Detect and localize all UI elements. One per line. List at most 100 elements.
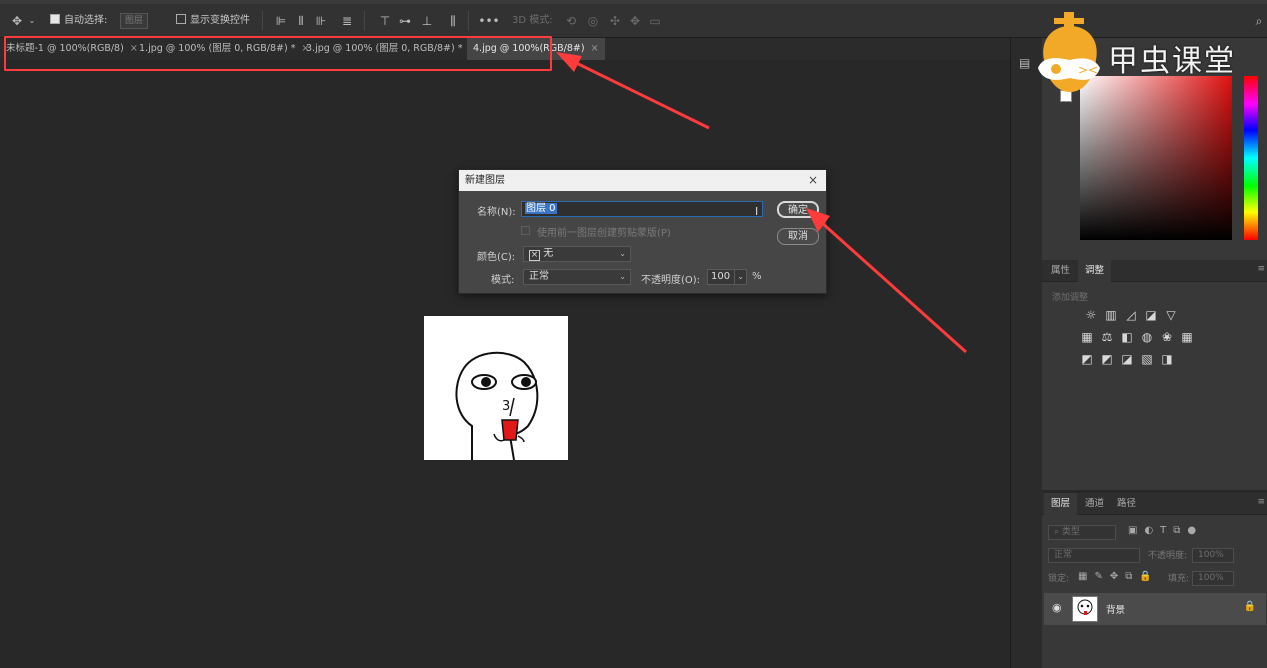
curves-icon[interactable]: ◿ [1124,308,1138,322]
distribute-icon[interactable]: ≣ [338,12,356,30]
panel-menu-icon[interactable]: ≡ [1257,264,1265,274]
mode-label: 模式: [491,275,515,286]
show-transform-checkbox[interactable]: 显示变换控件 [176,12,250,30]
divider [262,11,263,31]
mode-3d-label: 3D 模式: [512,15,553,26]
opacity-label: 不透明度(O): [641,275,701,286]
clip-mask-label: 使用前一图层创建剪贴蒙版(P) [537,228,671,239]
show-transform-label: 显示变换控件 [190,15,250,26]
tab-adjustments[interactable]: 调整 [1078,260,1112,282]
align-center-icon[interactable]: ⫴ [292,12,310,30]
pan-3d-icon[interactable]: ✣ [606,12,624,30]
color-balance-icon[interactable]: ⚖ [1100,330,1114,344]
ok-button[interactable]: 确定 [777,201,819,218]
align-left-icon[interactable]: ⊫ [272,12,290,30]
name-label: 名称(N): [477,207,516,218]
black-white-icon[interactable]: ◧ [1120,330,1134,344]
lock-icon[interactable]: 🔒 [1244,601,1256,612]
hue-saturation-icon[interactable]: ▦ [1080,330,1094,344]
arrow-to-tabs [561,54,710,130]
fill-input[interactable]: 100% [1192,571,1234,586]
history-icon[interactable]: ▤ [1019,56,1030,70]
layer-opacity-input[interactable]: 100% [1192,548,1234,563]
chevron-down-icon[interactable]: ⌄ [26,12,38,30]
auto-select-label: 自动选择: [64,15,108,26]
photo-filter-icon[interactable]: ◍ [1140,330,1154,344]
align-top-icon[interactable]: ⊤ [376,12,394,30]
layer-thumbnail [1072,596,1098,622]
layer-filter-dropdown[interactable]: ⌕ 类型 [1048,525,1116,540]
layer-row-background[interactable]: ◉ 背景 🔒 [1044,593,1266,625]
levels-icon[interactable]: ▥ [1104,308,1118,322]
blend-mode-dropdown[interactable]: 正常 ⌄ [523,269,631,285]
scale-3d-icon[interactable]: ▭ [646,12,664,30]
add-adjustment-hint: 添加调整 [1052,293,1089,303]
auto-select-target-dropdown[interactable]: 图层 [120,13,149,29]
align-bottom-icon[interactable]: ⊥ [418,12,436,30]
orbit-3d-icon[interactable]: ⟲ [562,12,580,30]
layer-opacity-label: 不透明度: [1148,551,1188,561]
lock-icons[interactable]: ▦✎✥⧉🔒 [1078,571,1159,582]
divider [468,11,469,31]
panel-icon-strip: ▤ [1010,38,1042,668]
lock-label: 锁定: [1048,574,1070,584]
vibrance-icon[interactable]: ▽ [1164,308,1178,322]
layers-tabs: 图层 通道 路径 ≡ [1042,493,1267,515]
svg-text:><: >< [1078,63,1098,77]
adjustments-tabs: 属性 调整 ≡ [1042,260,1267,282]
canvas-image[interactable]: 3 [424,316,568,461]
layer-filter-icons[interactable]: ▣◐T⧉● [1128,525,1203,536]
watermark-text: 甲虫课堂 [1108,44,1236,79]
cartoon-face-illustration: 3 [455,351,539,461]
color-label: 颜色(C): [477,252,516,263]
posterize-icon[interactable]: ◩ [1100,352,1114,366]
panel-menu-icon[interactable]: ≡ [1257,497,1265,507]
mode-value: 正常 [529,271,549,282]
selective-color-icon[interactable]: ◨ [1160,352,1174,366]
align-middle-icon[interactable]: ⊶ [396,12,414,30]
close-icon[interactable]: × [808,170,818,191]
opacity-unit: % [752,271,762,282]
new-layer-dialog: 新建图层 × 名称(N): 图层 0 I 使用前一图层创建剪贴蒙版(P) 颜色(… [458,169,827,294]
svg-text:3: 3 [502,399,510,414]
roll-3d-icon[interactable]: ◎ [584,12,602,30]
exposure-icon[interactable]: ◪ [1144,308,1158,322]
move-tool-icon[interactable]: ✥ [8,12,26,30]
color-dropdown[interactable]: × 无 ⌄ [523,246,631,262]
close-icon[interactable]: × [591,43,599,54]
distribute-vertical-icon[interactable]: ⫼ [444,12,462,30]
blend-mode-dropdown[interactable]: 正常 [1048,548,1140,563]
gradient-map-icon[interactable]: ▧ [1140,352,1154,366]
chevron-down-icon[interactable]: ⌄ [734,270,744,284]
tab-layers[interactable]: 图层 [1044,493,1078,515]
tab-properties[interactable]: 属性 [1044,260,1077,282]
layers-panel: 图层 通道 路径 ≡ ⌕ 类型 ▣◐T⧉● 正常 不透明度: 100% 锁定: … [1042,493,1267,668]
threshold-icon[interactable]: ◪ [1120,352,1134,366]
channel-mixer-icon[interactable]: ❀ [1160,330,1174,344]
brightness-icon[interactable]: ☼ [1084,308,1098,322]
invert-icon[interactable]: ◩ [1080,352,1094,366]
color-value: 无 [543,248,554,259]
chevron-down-icon: ⌄ [619,272,626,281]
clip-mask-checkbox[interactable] [521,226,530,235]
layer-name-value: 图层 0 [525,203,557,214]
eye-icon[interactable]: ◉ [1052,601,1062,614]
auto-select-checkbox[interactable]: 自动选择: [50,12,107,30]
arrow-to-ok [810,212,968,354]
slide-3d-icon[interactable]: ✥ [626,12,644,30]
align-right-icon[interactable]: ⊪ [312,12,330,30]
layer-name-input[interactable]: 图层 0 [521,201,763,217]
cancel-button[interactable]: 取消 [777,228,819,245]
dialog-title: 新建图层 [465,175,505,186]
search-icon: ⌕ [1054,527,1062,537]
hue-slider[interactable] [1244,76,1258,240]
adjustment-icons: ☼ ▥ ◿ ◪ ▽ ▦ ⚖ ◧ ◍ ❀ ▦ ◩ ◩ ◪ ▧ ◨ [1080,308,1210,374]
tabs-highlight-box [4,36,552,71]
color-field[interactable] [1080,76,1232,240]
tab-channels[interactable]: 通道 [1078,493,1111,515]
opacity-input[interactable]: 100 ⌄ [707,269,747,285]
more-options-button[interactable]: ••• [478,12,500,30]
color-lookup-icon[interactable]: ▦ [1180,330,1194,344]
dialog-title-bar: 新建图层 × [459,170,826,191]
tab-paths[interactable]: 路径 [1110,493,1143,515]
